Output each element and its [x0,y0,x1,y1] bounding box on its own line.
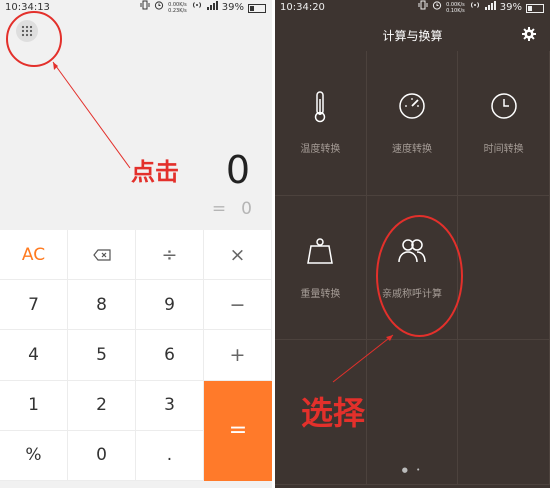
highlight-circle [376,215,463,337]
alarm-icon [432,0,442,16]
network-speed: 0.00K/s 0.23K/s [168,2,187,14]
vibrate-icon [418,0,428,16]
preview-equals: = [211,199,227,219]
hotspot-icon [191,0,203,16]
result-display: 0 [225,148,250,192]
battery-icon [248,3,266,13]
vibrate-icon [140,0,150,16]
key-9[interactable]: 9 [136,280,204,331]
key-2[interactable]: 2 [68,380,136,431]
key-6[interactable]: 6 [136,330,204,381]
calculator-screen: 10:34:13 0.00K/s 0.23K/s 39% 点击 0 = 0 AC… [0,0,272,488]
backspace-icon [92,248,111,261]
clock-icon [458,91,549,121]
battery-icon [526,3,544,13]
key-4[interactable]: 4 [0,330,68,381]
signal-icon [484,0,496,16]
page-title: 计算与换算 [382,29,443,43]
tile-label: 速度转换 [391,144,432,155]
key-8[interactable]: 8 [68,280,136,331]
network-speed: 0.00K/s 0.10K/s [446,2,465,14]
tile-label: 温度转换 [300,144,341,155]
weight-icon [275,236,366,266]
speedometer-icon [367,91,458,121]
key-multiply[interactable]: × [204,230,272,281]
tile-clock[interactable]: 时间转换 [458,51,550,196]
tile-speedometer[interactable]: 速度转换 [366,51,459,196]
expression-preview: = 0 [212,199,252,219]
tile-label: 重量转换 [300,288,341,300]
converter-screen: 10:34:20 0.00K/s 0.10K/s 39% 计算与换算 温度转换 … [275,0,550,488]
key-backspace[interactable] [68,230,136,281]
key-equals[interactable]: = [204,380,272,481]
tile-empty [458,340,550,485]
hotspot-icon [469,0,481,16]
key-0[interactable]: 0 [68,430,136,481]
signal-icon [206,0,218,16]
key-7[interactable]: 7 [0,280,68,331]
key-divide[interactable]: ÷ [136,230,204,281]
gear-icon [522,27,536,41]
key-decimal[interactable]: . [136,430,204,481]
status-bar: 10:34:20 0.00K/s 0.10K/s 39% [275,0,550,16]
tile-weight[interactable]: 重量转换 [275,195,367,341]
settings-button[interactable] [522,26,536,45]
alarm-icon [154,0,164,16]
tile-label: 时间转换 [483,144,524,155]
key-minus[interactable]: − [204,280,272,331]
key-plus[interactable]: + [204,330,272,381]
tile-empty [458,195,550,341]
key-percent[interactable]: % [0,430,68,481]
annotation-select-label: 选择 [301,394,366,432]
thermometer-icon [275,91,366,123]
net-down: 0.23K/s [168,8,187,14]
preview-value: 0 [241,199,252,219]
page-indicator: ● • [401,466,424,474]
battery-percent: 39% [499,2,522,13]
keypad: AC ÷ × 7 8 9− 4 5 6 +1 2 3 =% 0. [0,230,272,481]
key-ac[interactable]: AC [0,230,68,281]
highlight-circle [6,11,62,67]
key-3[interactable]: 3 [136,380,204,431]
status-time: 10:34:20 [280,2,325,13]
tile-thermometer[interactable]: 温度转换 [275,51,367,196]
annotation-click-label: 点击 [131,158,179,186]
battery-percent: 39% [221,2,244,13]
key-5[interactable]: 5 [68,330,136,381]
tile-empty [366,340,459,485]
key-1[interactable]: 1 [0,380,68,431]
net-down: 0.10K/s [446,8,465,14]
